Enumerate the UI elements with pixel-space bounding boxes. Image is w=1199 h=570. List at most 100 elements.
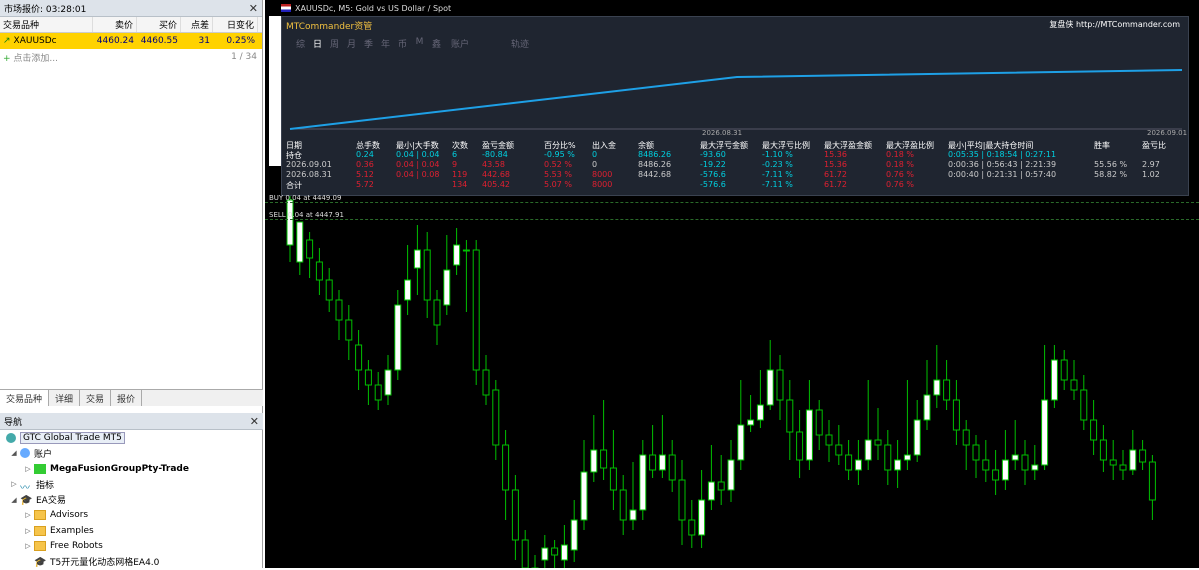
price-chart[interactable]: XAUUSDc, M5: Gold vs US Dollar / Spot MT… bbox=[265, 0, 1199, 568]
navigator-title: 导航 bbox=[4, 417, 23, 428]
tree-experts[interactable]: ◢ 🎓 EA交易 bbox=[0, 492, 263, 508]
collapse-icon[interactable]: ◢ bbox=[10, 449, 18, 457]
stats-cell: 合计 bbox=[286, 181, 302, 190]
col-symbol[interactable]: 交易品种 bbox=[0, 17, 93, 32]
market-watch-header: 市场报价: 03:28:01 ✕ bbox=[0, 0, 262, 17]
candle-body bbox=[1031, 464, 1039, 471]
examples-label: Examples bbox=[50, 525, 94, 536]
expand-icon[interactable]: ▷ bbox=[24, 542, 32, 550]
candle-body bbox=[923, 394, 931, 421]
navigator-tree: GTC Global Trade MT5 ◢ 账户 ▷ MegaFusionGr… bbox=[0, 430, 263, 570]
symbol-count: 1 / 34 bbox=[231, 52, 257, 62]
expert-icon: 🎓 bbox=[20, 494, 33, 506]
close-icon[interactable]: ✕ bbox=[249, 2, 258, 15]
close-icon[interactable]: ✕ bbox=[250, 415, 259, 428]
candle-body bbox=[727, 459, 735, 491]
candle-body bbox=[521, 539, 529, 568]
stats-cell: 5.72 bbox=[356, 180, 374, 189]
candle-body bbox=[894, 459, 902, 471]
equity-curve bbox=[289, 69, 1183, 130]
tree-ea[interactable]: 🎓 T5开元量化动态网格EA4.0 bbox=[0, 554, 263, 570]
candle-body bbox=[551, 547, 559, 556]
mtcommander-title: MTCommander资管 bbox=[286, 22, 373, 32]
col-spread[interactable]: 点差 bbox=[181, 17, 213, 32]
candle-body bbox=[825, 434, 833, 446]
arrow-up-icon: ↗ bbox=[3, 36, 11, 46]
spread-value: 31 bbox=[198, 36, 210, 46]
candle-body bbox=[580, 471, 588, 521]
accounts-icon bbox=[20, 448, 30, 459]
candle-body bbox=[423, 249, 431, 301]
stats-cell: 119 bbox=[452, 170, 468, 179]
tree-broker[interactable]: GTC Global Trade MT5 bbox=[0, 430, 263, 446]
candle-body bbox=[560, 544, 568, 561]
navigator-header: 导航 ✕ bbox=[0, 413, 263, 430]
chart-flag-icon bbox=[281, 4, 291, 12]
tab-symbols[interactable]: 交易品种 bbox=[0, 390, 50, 406]
expand-icon[interactable]: ▷ bbox=[10, 480, 18, 488]
expand-icon[interactable]: ▷ bbox=[24, 511, 32, 519]
stats-cell: 8486.26 bbox=[638, 150, 672, 159]
candle-body bbox=[952, 399, 960, 431]
stats-cell: 15.36 bbox=[824, 150, 847, 159]
tab-ticks[interactable]: 报价 bbox=[111, 390, 143, 406]
candle-body bbox=[404, 279, 412, 301]
add-symbol-row[interactable]: + 点击添加... 1 / 34 bbox=[0, 49, 262, 65]
sell-order-line[interactable] bbox=[265, 219, 1199, 220]
candle-body bbox=[433, 299, 441, 326]
buy-order-line[interactable] bbox=[265, 202, 1199, 203]
candle-body bbox=[992, 469, 1000, 481]
stats-cell: 0.76 % bbox=[886, 180, 914, 189]
broker-label: GTC Global Trade MT5 bbox=[20, 431, 125, 444]
stats-cell: 6 bbox=[452, 150, 458, 159]
tree-advisors[interactable]: ▷ Advisors bbox=[0, 508, 263, 524]
stats-cell: -7.11 % bbox=[762, 180, 793, 189]
candle-body bbox=[903, 454, 911, 461]
candle-body bbox=[1129, 449, 1137, 471]
tab-details[interactable]: 详细 bbox=[49, 390, 81, 406]
stats-cell: 134 bbox=[452, 180, 468, 189]
symbol-row[interactable]: ↗ XAUUSDc 4460.24 4460.55 31 0.25% bbox=[0, 33, 262, 49]
candle-body bbox=[1001, 459, 1009, 481]
candle-body bbox=[1041, 399, 1049, 466]
experts-label: EA交易 bbox=[36, 496, 66, 507]
candle-body bbox=[854, 459, 862, 471]
symbol-name: XAUUSDc bbox=[13, 36, 57, 46]
stats-cell: 0 bbox=[592, 160, 598, 169]
stats-cell: 61.72 bbox=[824, 170, 847, 179]
tree-free-robots[interactable]: ▷ Free Robots bbox=[0, 539, 263, 555]
folder-icon bbox=[34, 541, 46, 552]
stats-cell: -19.22 bbox=[700, 160, 726, 169]
stats-cell: 61.72 bbox=[824, 180, 847, 189]
stats-cell: -0.23 % bbox=[762, 160, 793, 169]
candle-body bbox=[482, 369, 490, 396]
stats-cell: 2026.08.31 bbox=[286, 170, 332, 179]
tree-examples[interactable]: ▷ Examples bbox=[0, 523, 263, 539]
stats-cell: -80.84 bbox=[482, 150, 508, 159]
tree-indicators[interactable]: ▷ 〰 指标 bbox=[0, 477, 263, 495]
collapse-icon[interactable]: ◢ bbox=[10, 496, 18, 504]
col-change[interactable]: 日变化 bbox=[213, 17, 258, 32]
indicator-icon: 〰 bbox=[20, 483, 30, 495]
candle-body bbox=[453, 244, 461, 266]
tree-accounts[interactable]: ◢ 账户 bbox=[0, 446, 263, 462]
tab-trading[interactable]: 交易 bbox=[80, 390, 112, 406]
col-ask[interactable]: 买价 bbox=[137, 17, 181, 32]
change-value: 0.25% bbox=[226, 36, 255, 46]
mtcommander-link[interactable]: 复盘侠 http://MTCommander.com bbox=[1049, 19, 1180, 30]
stats-cell: -1.10 % bbox=[762, 150, 793, 159]
sell-order-label: SELL 0.04 at 4447.91 bbox=[269, 211, 344, 219]
candle-body bbox=[639, 454, 647, 511]
indicators-label: 指标 bbox=[36, 480, 55, 491]
expand-icon[interactable]: ▷ bbox=[24, 527, 32, 535]
stats-cell: 0.52 % bbox=[544, 160, 572, 169]
stats-cell: 9 bbox=[452, 160, 458, 169]
expand-icon[interactable]: ▷ bbox=[24, 465, 32, 473]
candle-body bbox=[1050, 359, 1058, 401]
candle-body bbox=[737, 424, 745, 461]
candle-body bbox=[600, 449, 608, 469]
tree-account[interactable]: ▷ MegaFusionGroupPty-Trade bbox=[0, 461, 263, 477]
candle-body bbox=[845, 454, 853, 471]
candle-body bbox=[443, 269, 451, 306]
col-bid[interactable]: 卖价 bbox=[93, 17, 137, 32]
